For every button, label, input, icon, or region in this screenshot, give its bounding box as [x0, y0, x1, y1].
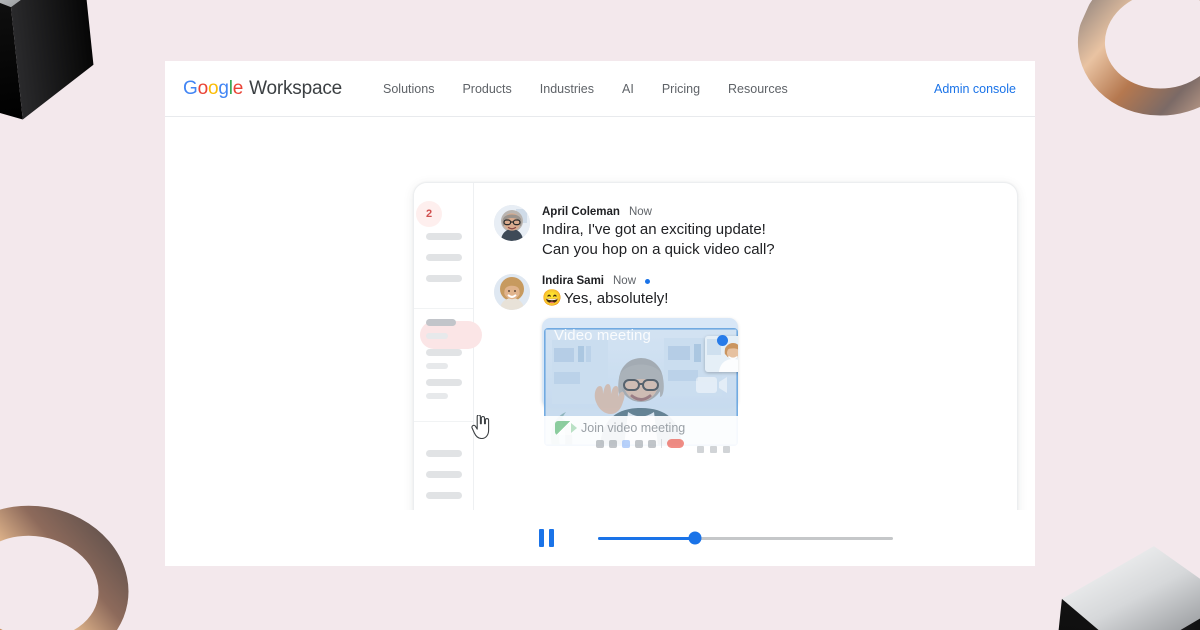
product-canvas: 2 April Coleman Now Indira, I've got an …	[165, 117, 1035, 566]
message-header: April Coleman Now	[542, 206, 775, 218]
chat-app-card: 2 April Coleman Now Indira, I've got an …	[413, 182, 1018, 566]
progress-fill	[598, 536, 696, 540]
sidebar-placeholder-bar	[426, 363, 448, 369]
decorative-ring-top-right	[1055, 0, 1200, 149]
meeting-info-icon[interactable]	[697, 446, 704, 453]
message-list: April Coleman Now Indira, I've got an ex…	[474, 183, 1017, 515]
nav-link-pricing[interactable]: Pricing	[648, 76, 714, 102]
workspace-wordmark: Workspace	[249, 77, 343, 99]
nav-link-resources[interactable]: Resources	[714, 76, 802, 102]
message-sender-name: Indira Sami	[542, 275, 604, 287]
sidebar-placeholder-bar	[426, 450, 462, 457]
top-navigation-bar: Google Workspace Solutions Products Indu…	[165, 61, 1035, 117]
product-shot-frame: Google Workspace Solutions Products Indu…	[165, 61, 1035, 566]
join-row: Join video meeting	[542, 416, 738, 435]
toolbar-divider	[661, 439, 662, 448]
nav-link-solutions[interactable]: Solutions	[369, 76, 448, 102]
nav-link-ai[interactable]: AI	[608, 76, 648, 102]
message-april-coleman: April Coleman Now Indira, I've got an ex…	[494, 205, 995, 260]
message-timestamp: Now	[613, 275, 637, 287]
grinning-emoji: 😄	[542, 290, 562, 307]
message-text-line: Indira, I've got an exciting update!	[542, 221, 766, 238]
present-screen-icon[interactable]	[622, 439, 630, 448]
logo-letter: g	[218, 77, 229, 99]
more-options-icon[interactable]	[648, 439, 656, 448]
decorative-ring-bottom-left	[0, 471, 151, 630]
sidebar-placeholder-bar	[426, 275, 462, 282]
message-text-line: Can you hop on a quick video call?	[542, 241, 775, 258]
message-sender-name: April Coleman	[542, 206, 620, 218]
message-indira-sami: Indira Sami Now 😄 Yes, absolutely!	[494, 274, 995, 310]
nav-links: Solutions Products Industries AI Pricing…	[369, 76, 802, 102]
chat-sidebar[interactable]: 2	[414, 183, 482, 565]
sidebar-placeholder-bar	[426, 492, 462, 499]
video-meeting-title: Video meeting	[554, 327, 651, 344]
sidebar-placeholder-bar	[426, 471, 462, 478]
chat-panel-icon[interactable]	[723, 446, 730, 453]
message-body: April Coleman Now Indira, I've got an ex…	[542, 205, 775, 260]
google-workspace-logo[interactable]: Google Workspace	[183, 78, 342, 100]
avatar-indira-sami[interactable]	[494, 274, 530, 310]
logo-letter: o	[197, 77, 209, 99]
join-video-meeting-bar[interactable]: Join video meeting	[542, 416, 738, 462]
page-root: Google Workspace Solutions Products Indu…	[0, 0, 1200, 630]
participants-icon[interactable]	[710, 446, 717, 453]
nav-link-products[interactable]: Products	[448, 76, 525, 102]
avatar-april-coleman[interactable]	[494, 205, 530, 241]
mouse-cursor-pointer	[471, 414, 491, 444]
unread-badge: 2	[416, 201, 442, 227]
message-text-line: 😄 Yes, absolutely!	[542, 289, 668, 309]
logo-letter: e	[232, 77, 244, 99]
sidebar-placeholder-bar	[426, 379, 462, 386]
decorative-cube-top-left	[0, 0, 131, 135]
conversation-panel: April Coleman Now Indira, I've got an ex…	[474, 183, 1017, 565]
camera-toggle-icon[interactable]	[609, 439, 617, 448]
progress-slider[interactable]	[598, 531, 893, 545]
message-header: Indira Sami Now	[542, 275, 668, 287]
mic-status-badge	[717, 335, 728, 346]
animation-player-controls	[165, 510, 1035, 566]
pause-bar-right	[549, 529, 554, 547]
sidebar-placeholder-bar	[426, 254, 462, 261]
video-meeting-attachment[interactable]: Video meeting Join video meeting	[542, 318, 738, 462]
sidebar-placeholder-bar	[426, 393, 448, 399]
meet-icon	[555, 421, 577, 435]
hang-up-button[interactable]	[667, 439, 684, 448]
sidebar-active-bar	[426, 319, 456, 326]
google-wordmark: Google	[183, 78, 243, 100]
sidebar-section-2	[414, 309, 482, 422]
video-camera-watermark-icon	[695, 373, 729, 402]
pause-button[interactable]	[539, 529, 554, 547]
logo-letter: G	[183, 77, 198, 99]
join-video-meeting-label: Join video meeting	[581, 421, 686, 435]
logo-letter: o	[207, 77, 219, 99]
message-body: Indira Sami Now 😄 Yes, absolutely!	[542, 274, 668, 310]
unread-dot-indicator	[645, 278, 651, 284]
sidebar-placeholder-bar	[426, 333, 448, 339]
raise-hand-icon[interactable]	[635, 439, 643, 448]
sidebar-placeholder-bar	[426, 233, 462, 240]
message-timestamp: Now	[628, 206, 652, 218]
progress-thumb[interactable]	[688, 531, 702, 545]
message-text: Yes, absolutely!	[563, 290, 669, 307]
meeting-secondary-controls[interactable]	[697, 446, 730, 453]
admin-console-link[interactable]: Admin console	[934, 82, 1016, 96]
sidebar-placeholder-bar	[426, 349, 462, 356]
decorative-cube-bottom-right	[1043, 486, 1200, 630]
sidebar-section-1: 2	[414, 193, 473, 309]
pause-bar-left	[539, 529, 544, 547]
mic-toggle-icon[interactable]	[596, 439, 604, 448]
nav-link-industries[interactable]: Industries	[526, 76, 608, 102]
